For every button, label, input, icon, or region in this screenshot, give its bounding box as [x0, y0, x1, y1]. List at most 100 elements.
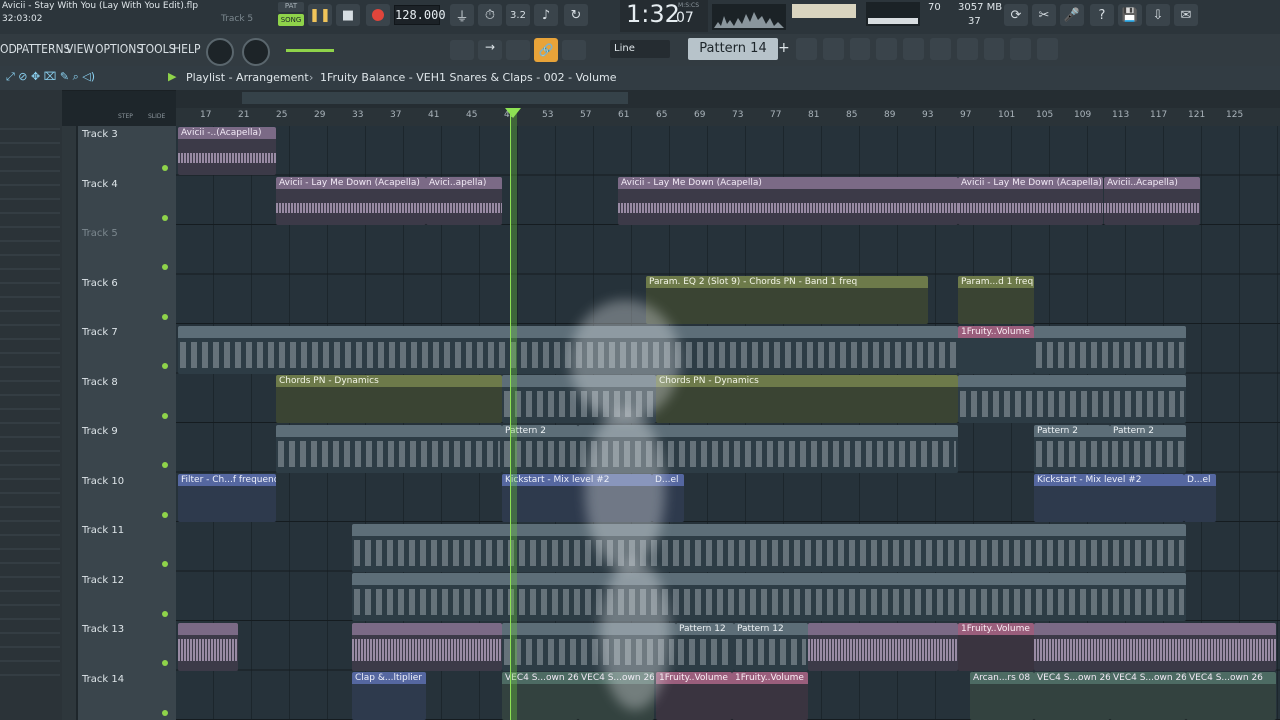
- pattern-clip[interactable]: Pattern 2: [1034, 425, 1110, 473]
- browser-scrollbar[interactable]: [62, 126, 76, 720]
- tools-icon[interactable]: ⤢ ⊘ ✥ ⌧ ✎ ⌕ ◁): [6, 70, 95, 84]
- automation-clip[interactable]: 1Fruity..Volume: [958, 623, 1034, 671]
- track-label[interactable]: Track 3: [82, 129, 118, 140]
- chat-icon[interactable]: ✉: [1174, 4, 1198, 26]
- pattern-select[interactable]: Pattern 14: [688, 38, 778, 60]
- record-icon[interactable]: [366, 4, 390, 26]
- master-volume-knob[interactable]: [206, 38, 234, 66]
- automation-clip[interactable]: Param...d 1 freq: [958, 276, 1034, 324]
- track-mute-led[interactable]: [162, 165, 168, 171]
- link-icon[interactable]: 🔗: [534, 38, 558, 62]
- audio-clip[interactable]: [178, 623, 238, 671]
- track-mute-led[interactable]: [162, 660, 168, 666]
- automation-clip[interactable]: 1Fruity..Volume: [656, 672, 732, 720]
- audio-clip[interactable]: [1034, 623, 1276, 671]
- add-pattern-icon[interactable]: +: [778, 40, 790, 56]
- track-mute-led[interactable]: [162, 610, 168, 617]
- pattern-clip[interactable]: [958, 375, 1186, 423]
- snap-select[interactable]: Line: [610, 40, 670, 58]
- track-mute-led[interactable]: [162, 561, 168, 567]
- stop-icon[interactable]: ■: [336, 4, 360, 26]
- playlist-icon[interactable]: [796, 38, 817, 60]
- track-mute-led[interactable]: [162, 511, 168, 518]
- menu-item-help[interactable]: HELP: [173, 42, 200, 56]
- microphone-icon[interactable]: 🎤: [1060, 4, 1084, 26]
- automation-clip[interactable]: Chords PN - Dynamics: [656, 375, 958, 423]
- audio-clip[interactable]: Arcan...rs 08: [970, 672, 1034, 720]
- track-label[interactable]: Track 12: [82, 575, 124, 586]
- play-icon[interactable]: ❚❚: [308, 4, 332, 26]
- download-icon[interactable]: [1037, 38, 1058, 60]
- refresh-icon[interactable]: ⟳: [1004, 4, 1028, 26]
- pattern-clip[interactable]: [352, 573, 1186, 621]
- audio-clip[interactable]: VEC4 S...own 26: [1034, 672, 1110, 720]
- menu-item-view[interactable]: VIEW: [66, 42, 94, 56]
- render-icon[interactable]: ⇩: [1146, 4, 1170, 26]
- track-label[interactable]: Track 8: [82, 377, 118, 388]
- tuner-icon[interactable]: [983, 38, 1005, 60]
- automation-clip[interactable]: Clap &...ltiplier: [352, 672, 426, 720]
- automation-clip[interactable]: 1Fruity..Volume: [732, 672, 808, 720]
- song-mode-button[interactable]: SONG: [278, 14, 304, 26]
- menu-item-patterns[interactable]: PATTERNS: [16, 42, 70, 56]
- automation-clip[interactable]: Chords PN - Dynamics: [276, 375, 502, 423]
- automation-clip[interactable]: Param. EQ 2 (Slot 9) - Chords PN - Band …: [646, 276, 928, 324]
- countdown-icon[interactable]: 3.2: [506, 4, 530, 26]
- audio-clip[interactable]: [808, 623, 958, 671]
- mixer-icon[interactable]: [876, 38, 898, 60]
- pattern-clip[interactable]: Pattern 12: [676, 623, 734, 671]
- track-label[interactable]: Track 9: [82, 426, 118, 437]
- pat-mode-button[interactable]: PAT: [278, 2, 304, 12]
- track-label[interactable]: Track 5: [82, 228, 118, 239]
- menu-item-od[interactable]: OD: [0, 42, 17, 56]
- automation-clip[interactable]: Kickstart - Mix level #2: [1034, 474, 1184, 522]
- track-mute-led[interactable]: [162, 412, 168, 419]
- track-mute-led[interactable]: [162, 214, 168, 221]
- wait-input-icon[interactable]: ⏱: [478, 4, 502, 26]
- audio-clip[interactable]: Avicii - Lay Me Down (Acapella): [958, 177, 1103, 225]
- playlist-play-icon[interactable]: ▶: [168, 70, 176, 83]
- plugin-picker-icon[interactable]: [903, 38, 924, 60]
- track-label[interactable]: Track 4: [82, 179, 118, 190]
- audio-clip[interactable]: Avicii..Acapella): [1104, 177, 1200, 225]
- metronome-icon[interactable]: ⏚: [450, 4, 474, 26]
- piano-roll-icon[interactable]: [822, 38, 844, 60]
- automation-clip[interactable]: 1Fruity..Volume: [958, 326, 1034, 374]
- menu-item-options[interactable]: OPTIONS: [95, 42, 143, 56]
- arrow-icon[interactable]: →: [478, 40, 502, 60]
- pattern-clip[interactable]: Pattern 2: [1110, 425, 1186, 473]
- audio-clip[interactable]: Avicii -..(Acapella): [178, 127, 276, 175]
- help-icon[interactable]: ?: [1090, 4, 1114, 26]
- piano-icon[interactable]: [450, 40, 474, 60]
- save-icon[interactable]: 💾: [1118, 4, 1142, 26]
- pattern-clip[interactable]: Pattern 12: [734, 623, 808, 671]
- touch-keyboard-icon[interactable]: [956, 38, 978, 60]
- pattern-clip[interactable]: [178, 326, 958, 374]
- pencil-icon[interactable]: [506, 40, 530, 60]
- track-label[interactable]: Track 14: [82, 674, 124, 685]
- stamp-icon[interactable]: [562, 40, 586, 60]
- track-label[interactable]: Track 6: [82, 278, 118, 289]
- menu-item-tools[interactable]: TOOLS: [139, 42, 175, 56]
- master-pitch-knob[interactable]: [242, 38, 270, 66]
- pattern-clip[interactable]: [352, 524, 1186, 572]
- track-mute-led[interactable]: [162, 313, 168, 320]
- track-label[interactable]: Track 13: [82, 624, 124, 635]
- track-mute-led[interactable]: [162, 709, 168, 716]
- song-overview[interactable]: [176, 90, 1280, 108]
- audio-clip[interactable]: Avicii - Lay Me Down (Acapella): [276, 177, 426, 225]
- record-audio-icon[interactable]: [1010, 38, 1032, 60]
- playhead-marker-icon[interactable]: [505, 108, 521, 118]
- loop-record-icon[interactable]: ↻: [564, 4, 588, 26]
- track-label[interactable]: Track 11: [82, 525, 124, 536]
- audio-clip[interactable]: Avici..apella): [426, 177, 502, 225]
- pattern-clip[interactable]: [1034, 326, 1186, 374]
- track-mute-led[interactable]: [162, 363, 168, 369]
- track-label[interactable]: Track 7: [82, 327, 118, 338]
- pattern-clip[interactable]: [276, 425, 502, 473]
- tempo-display[interactable]: 128.000: [394, 5, 446, 25]
- channel-rack-icon[interactable]: [849, 38, 871, 60]
- automation-clip[interactable]: D...el: [1184, 474, 1216, 522]
- track-mute-led[interactable]: [162, 462, 168, 468]
- playhead[interactable]: [510, 108, 517, 720]
